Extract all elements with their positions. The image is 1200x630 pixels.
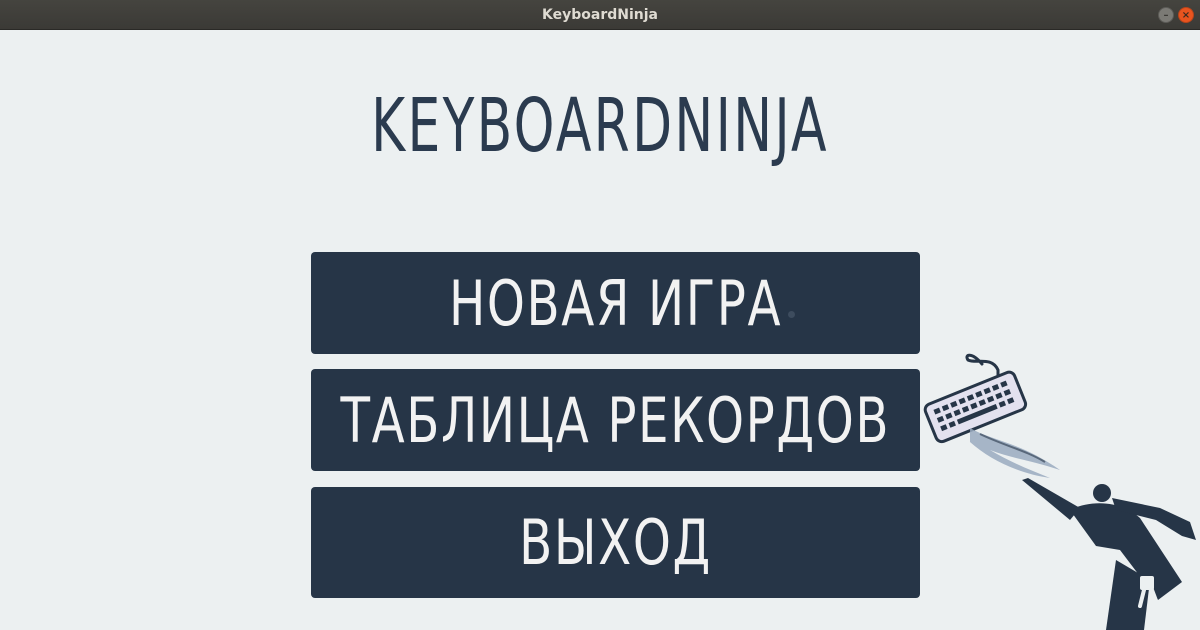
new-game-label: НОВАЯ ИГРА bbox=[448, 266, 783, 340]
close-button[interactable]: × bbox=[1178, 7, 1194, 23]
leaderboard-label: ТАБЛИЦА РЕКОРДОВ bbox=[340, 383, 891, 457]
exit-label: ВЫХОД bbox=[519, 506, 712, 579]
minimize-button[interactable]: – bbox=[1158, 7, 1174, 23]
ninja-kicking-keyboard-icon bbox=[923, 353, 1196, 630]
mouse-cursor-icon bbox=[788, 311, 795, 318]
leaderboard-button[interactable]: ТАБЛИЦА РЕКОРДОВ bbox=[311, 369, 920, 471]
window-title: KeyboardNinja bbox=[542, 7, 658, 23]
new-game-button[interactable]: НОВАЯ ИГРА bbox=[311, 252, 920, 354]
app-title: KEYBOARDNINJA bbox=[371, 83, 829, 169]
app-window: KeyboardNinja – × KEYBOARDNINJA НОВАЯ ИГ… bbox=[0, 0, 1200, 630]
exit-button[interactable]: ВЫХОД bbox=[311, 487, 920, 598]
window-titlebar[interactable]: KeyboardNinja – × bbox=[0, 0, 1200, 30]
